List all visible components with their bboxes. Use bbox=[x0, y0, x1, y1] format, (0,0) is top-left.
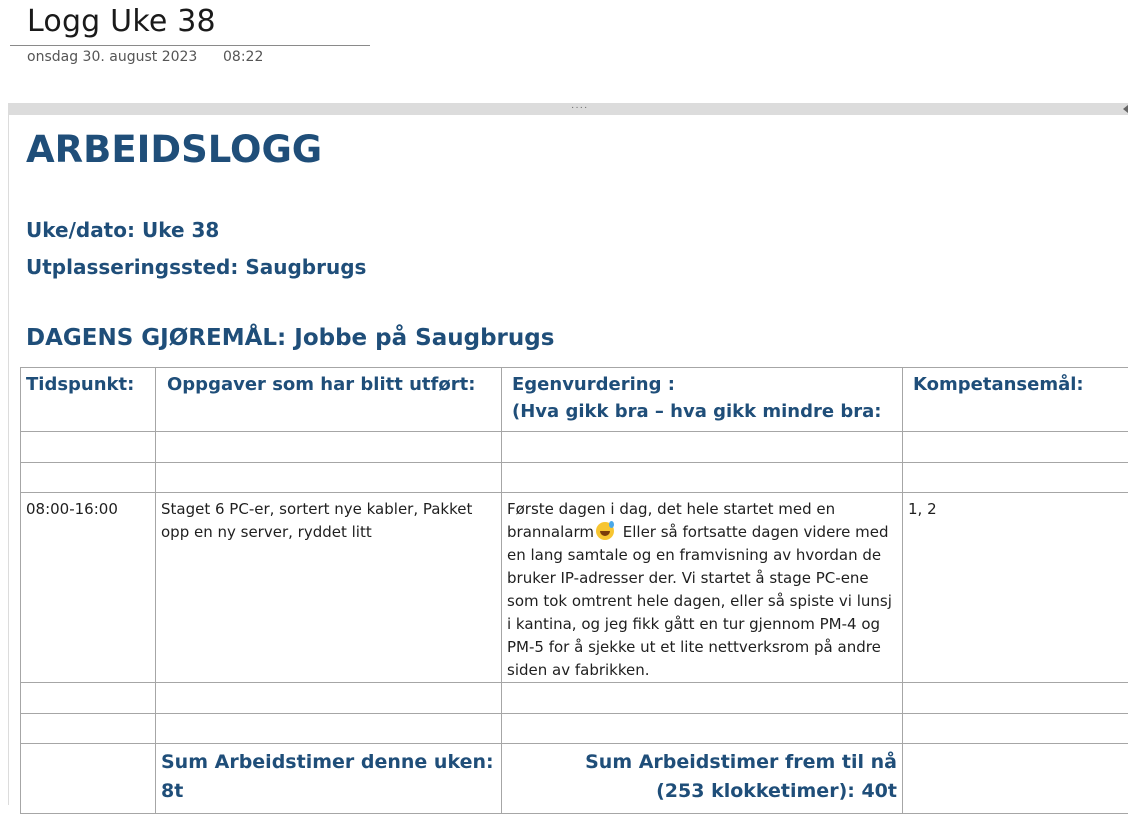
table-row bbox=[21, 463, 1128, 493]
table-cell[interactable] bbox=[502, 714, 903, 744]
table-cell[interactable] bbox=[903, 432, 1128, 463]
table-header-row: Tidspunkt: Oppgaver som har blitt utført… bbox=[21, 368, 1128, 432]
table-row bbox=[21, 683, 1128, 714]
entry-competence[interactable]: 1, 2 bbox=[903, 493, 1128, 683]
header-time[interactable]: Tidspunkt: bbox=[21, 368, 156, 432]
table-cell[interactable] bbox=[903, 744, 1128, 814]
page-date: onsdag 30. august 2023 bbox=[27, 49, 197, 65]
table-cell[interactable] bbox=[502, 432, 903, 463]
table-cell[interactable] bbox=[903, 683, 1128, 714]
header-self-evaluation[interactable]: Egenvurdering : (Hva gikk bra – hva gikk… bbox=[502, 368, 903, 432]
header-competence[interactable]: Kompetansemål: bbox=[903, 368, 1128, 432]
work-log-table: Tidspunkt: Oppgaver som har blitt utført… bbox=[20, 367, 1128, 814]
document-heading: ARBEIDSLOGG bbox=[26, 128, 322, 171]
table-row bbox=[21, 432, 1128, 463]
entry-evaluation[interactable]: Første dagen i dag, det hele startet med… bbox=[502, 493, 903, 683]
page-time: 08:22 bbox=[223, 49, 263, 65]
table-cell[interactable] bbox=[21, 714, 156, 744]
table-cell[interactable] bbox=[21, 683, 156, 714]
table-cell[interactable] bbox=[502, 683, 903, 714]
sum-week-hours[interactable]: Sum Arbeidstimer denne uken: 8t bbox=[156, 744, 502, 814]
sum-total-hours[interactable]: Sum Arbeidstimer frem til nå (253 klokke… bbox=[502, 744, 903, 814]
table-cell[interactable] bbox=[156, 432, 502, 463]
week-info: Uke/dato: Uke 38 bbox=[26, 218, 219, 242]
table-cell[interactable] bbox=[21, 463, 156, 493]
note-container-border bbox=[8, 115, 9, 805]
table-cell[interactable] bbox=[21, 744, 156, 814]
table-cell[interactable] bbox=[156, 714, 502, 744]
table-row bbox=[21, 714, 1128, 744]
table-cell[interactable] bbox=[903, 463, 1128, 493]
table-row-entry: 08:00-16:00 Staget 6 PC-er, sortert nye … bbox=[21, 493, 1128, 683]
table-cell[interactable] bbox=[156, 463, 502, 493]
page-title[interactable]: Logg Uke 38 bbox=[27, 4, 216, 39]
table-cell[interactable] bbox=[502, 463, 903, 493]
collapse-arrow-icon[interactable] bbox=[1123, 105, 1128, 113]
placement-info: Utplasseringssted: Saugbrugs bbox=[26, 255, 366, 279]
entry-tasks[interactable]: Staget 6 PC-er, sortert nye kabler, Pakk… bbox=[156, 493, 502, 683]
header-tasks[interactable]: Oppgaver som har blitt utført: bbox=[156, 368, 502, 432]
entry-time[interactable]: 08:00-16:00 bbox=[21, 493, 156, 683]
note-container-bar[interactable]: ···· bbox=[8, 103, 1128, 115]
table-cell[interactable] bbox=[903, 714, 1128, 744]
move-handle[interactable]: ···· bbox=[571, 103, 588, 113]
table-cell[interactable] bbox=[21, 432, 156, 463]
header-eval-line2: (Hva gikk bra – hva gikk mindre bra: bbox=[512, 398, 897, 425]
table-cell[interactable] bbox=[156, 683, 502, 714]
smiling-face-with-sweat-icon bbox=[596, 522, 614, 540]
header-eval-line1: Egenvurdering : bbox=[512, 371, 897, 398]
title-divider bbox=[10, 45, 370, 46]
section-heading: DAGENS GJØREMÅL: Jobbe på Saugbrugs bbox=[26, 325, 554, 351]
table-row-sums: Sum Arbeidstimer denne uken: 8t Sum Arbe… bbox=[21, 744, 1128, 814]
